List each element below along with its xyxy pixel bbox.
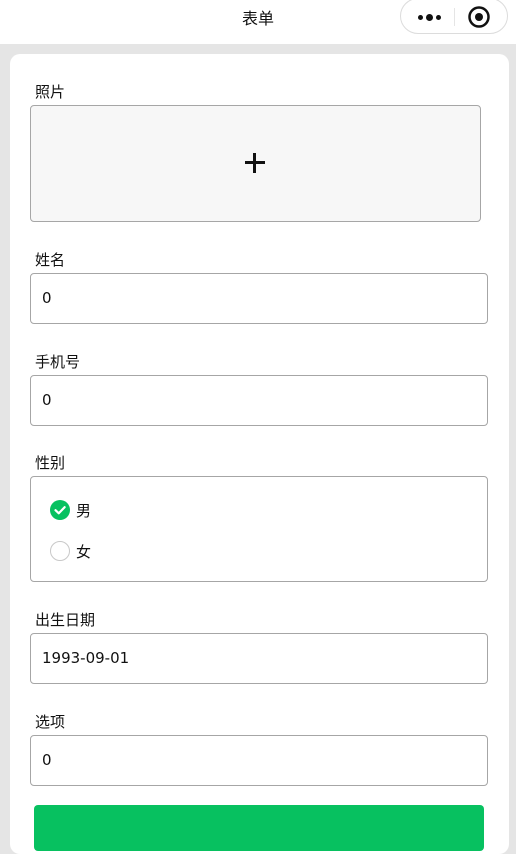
phone-input[interactable]: 0	[30, 375, 488, 426]
name-input[interactable]: 0	[30, 273, 488, 324]
gender-option-male[interactable]: 男	[50, 499, 91, 521]
more-dots-icon[interactable]	[411, 5, 447, 29]
gender-radio-group: 男 女	[30, 476, 488, 582]
birthdate-label: 出生日期	[35, 611, 96, 629]
navigation-bar: 表单	[0, 0, 516, 44]
plus-icon	[245, 153, 265, 173]
photo-upload-box[interactable]	[30, 105, 481, 222]
gender-option-female[interactable]: 女	[50, 540, 91, 562]
radio-checked-icon[interactable]	[50, 500, 70, 520]
photo-label: 照片	[35, 83, 66, 101]
phone-label: 手机号	[35, 353, 81, 371]
name-label: 姓名	[35, 251, 66, 269]
birthdate-picker[interactable]: 1993-09-01	[30, 633, 488, 684]
option-input[interactable]: 0	[30, 735, 488, 786]
option-label: 选项	[35, 713, 66, 731]
submit-button[interactable]	[34, 805, 484, 851]
target-icon[interactable]	[467, 5, 491, 29]
form-card: 照片 姓名 0 手机号 0 性别 男 女 出生日期 1993-09-01 选项 …	[10, 54, 509, 854]
radio-unchecked-icon[interactable]	[50, 541, 70, 561]
gender-option-label: 女	[76, 542, 92, 561]
capsule-divider	[454, 8, 455, 26]
menu-capsule	[400, 0, 508, 34]
gender-option-label: 男	[76, 501, 92, 520]
gender-label: 性别	[35, 454, 66, 472]
